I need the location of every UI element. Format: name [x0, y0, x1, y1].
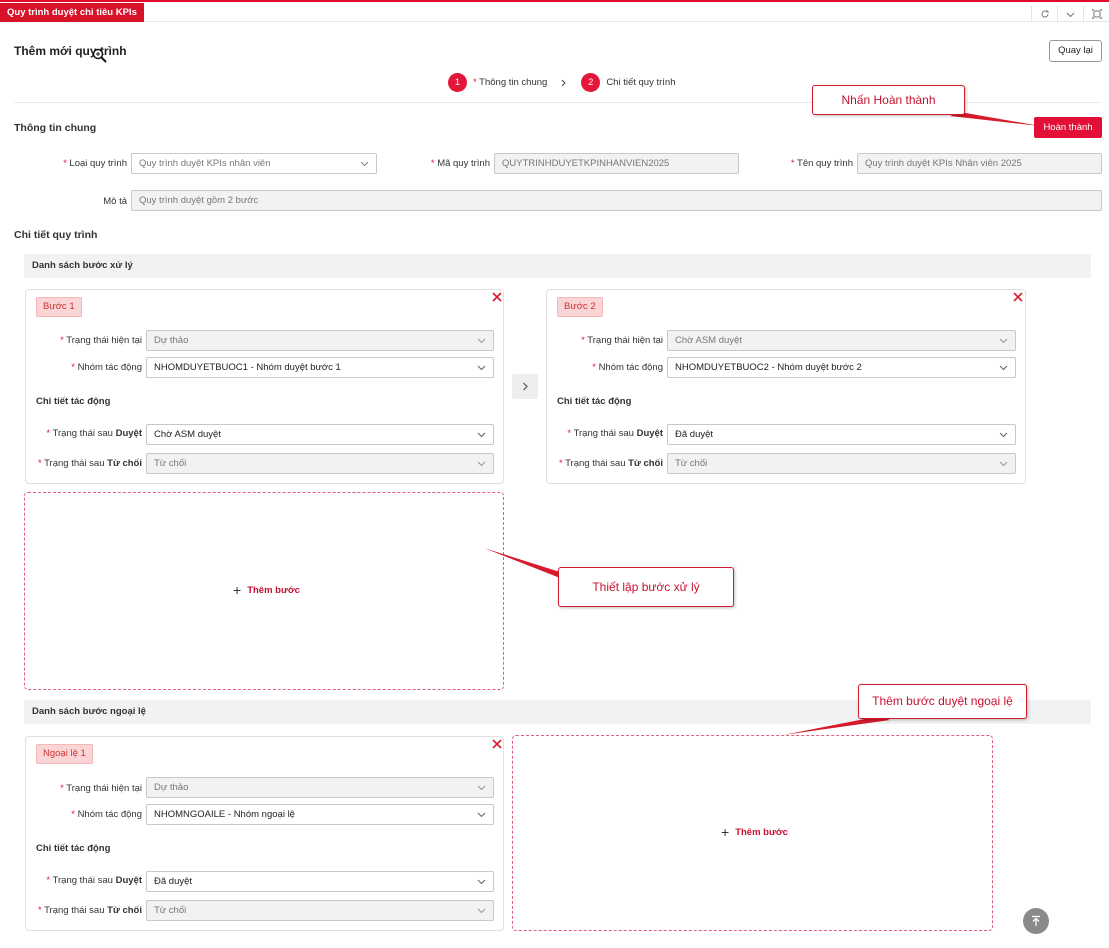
arrow-up-icon — [1032, 915, 1040, 926]
callout-setup-steps: Thiết lập bước xử lý — [558, 567, 734, 607]
scroll-top-button[interactable] — [1023, 908, 1049, 934]
callout-pointers — [484, 112, 1040, 735]
callout-add-exception: Thêm bước duyệt ngoại lệ — [858, 684, 1027, 719]
callout-done: Nhấn Hoàn thành — [812, 85, 965, 115]
